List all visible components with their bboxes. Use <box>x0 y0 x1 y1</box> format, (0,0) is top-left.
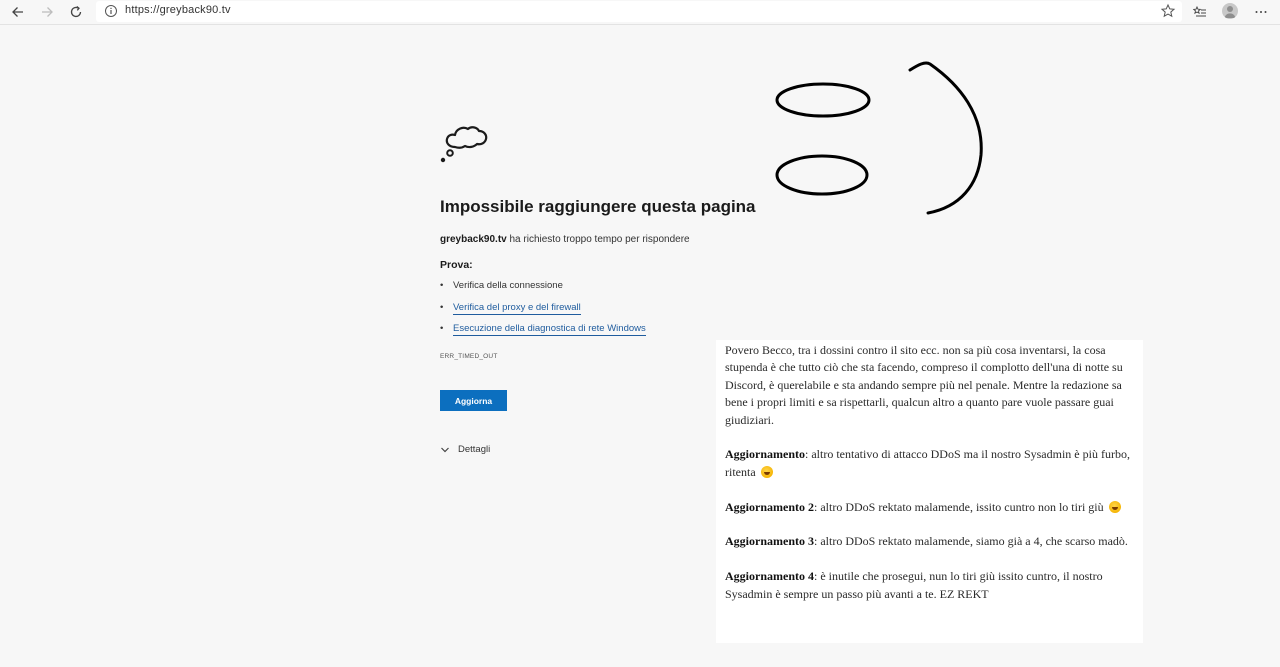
suggestion-item: Verifica della connessione <box>440 280 646 302</box>
update-label: Aggiornamento <box>725 447 805 462</box>
site-info-icon[interactable] <box>104 4 118 18</box>
favorites-list-icon[interactable] <box>1190 2 1210 22</box>
more-menu-icon[interactable] <box>1251 2 1271 22</box>
update-label: Aggiornamento 4 <box>725 569 814 584</box>
error-host: greyback90.tv <box>440 234 507 245</box>
article-intro: Povero Becco, tra i dossini contro il si… <box>725 343 1123 427</box>
favorite-star-icon[interactable] <box>1160 3 1176 19</box>
suggestion-check-proxy-link[interactable]: Verifica del proxy e del firewall <box>453 301 581 315</box>
suggestion-check-connection: Verifica della connessione <box>453 280 563 291</box>
article-update-2: Aggiornamento 2: altro DDoS rektato mala… <box>725 499 1135 516</box>
profile-avatar[interactable] <box>1222 3 1238 19</box>
error-title: Impossibile raggiungere questa pagina <box>440 197 756 216</box>
update-text: : altro DDoS rektato malamende, issito c… <box>814 499 1107 514</box>
details-label: Dettagli <box>458 444 491 455</box>
error-description-text: ha richiesto troppo tempo per rispondere <box>506 234 690 245</box>
article-update-1: Aggiornamento: altro tentativo di attacc… <box>725 446 1135 481</box>
article-update-3: Aggiornamento 3: altro DDoS rektato mala… <box>725 533 1135 550</box>
suggestion-item[interactable]: Esecuzione della diagnostica di rete Win… <box>440 323 646 345</box>
details-toggle[interactable]: Dettagli <box>440 444 490 455</box>
hand-drawn-face-doodle <box>775 61 983 215</box>
thought-cloud-icon <box>440 126 488 163</box>
refresh-icon[interactable] <box>66 2 86 22</box>
chevron-down-icon <box>441 447 449 452</box>
suggestion-item[interactable]: Verifica del proxy e del firewall <box>440 301 646 324</box>
suggestion-network-diagnostics-link[interactable]: Esecuzione della diagnostica di rete Win… <box>453 323 646 336</box>
doodle-mouth-curve <box>908 61 983 215</box>
reload-button[interactable]: Aggiorna <box>440 390 507 411</box>
doodle-eye-bottom <box>775 154 869 196</box>
address-url[interactable]: https://greyback90.tv <box>125 4 231 16</box>
update-label: Aggiornamento 3 <box>725 534 814 549</box>
back-arrow-icon[interactable] <box>8 2 28 22</box>
update-text: : altro DDoS rektato malamende, siamo gi… <box>814 534 1128 549</box>
article-snippet: Povero Becco, tra i dossini contro il si… <box>716 340 1143 643</box>
update-label: Aggiornamento 2 <box>725 499 814 514</box>
laughing-emoji-icon <box>1108 500 1121 513</box>
forward-arrow-icon[interactable] <box>37 2 57 22</box>
laughing-emoji-icon <box>760 465 773 478</box>
doodle-eye-top <box>775 82 871 118</box>
error-description: greyback90.tv ha richiesto troppo tempo … <box>440 234 690 245</box>
article-update-4: Aggiornamento 4: è inutile che prosegui,… <box>725 568 1135 603</box>
error-code: ERR_TIMED_OUT <box>440 353 498 360</box>
suggestion-list: Verifica della connessione Verifica del … <box>440 280 646 345</box>
address-bar[interactable]: https://greyback90.tv <box>96 1 1182 22</box>
browser-toolbar: https://greyback90.tv <box>0 0 1280 25</box>
try-label: Prova: <box>440 259 473 271</box>
